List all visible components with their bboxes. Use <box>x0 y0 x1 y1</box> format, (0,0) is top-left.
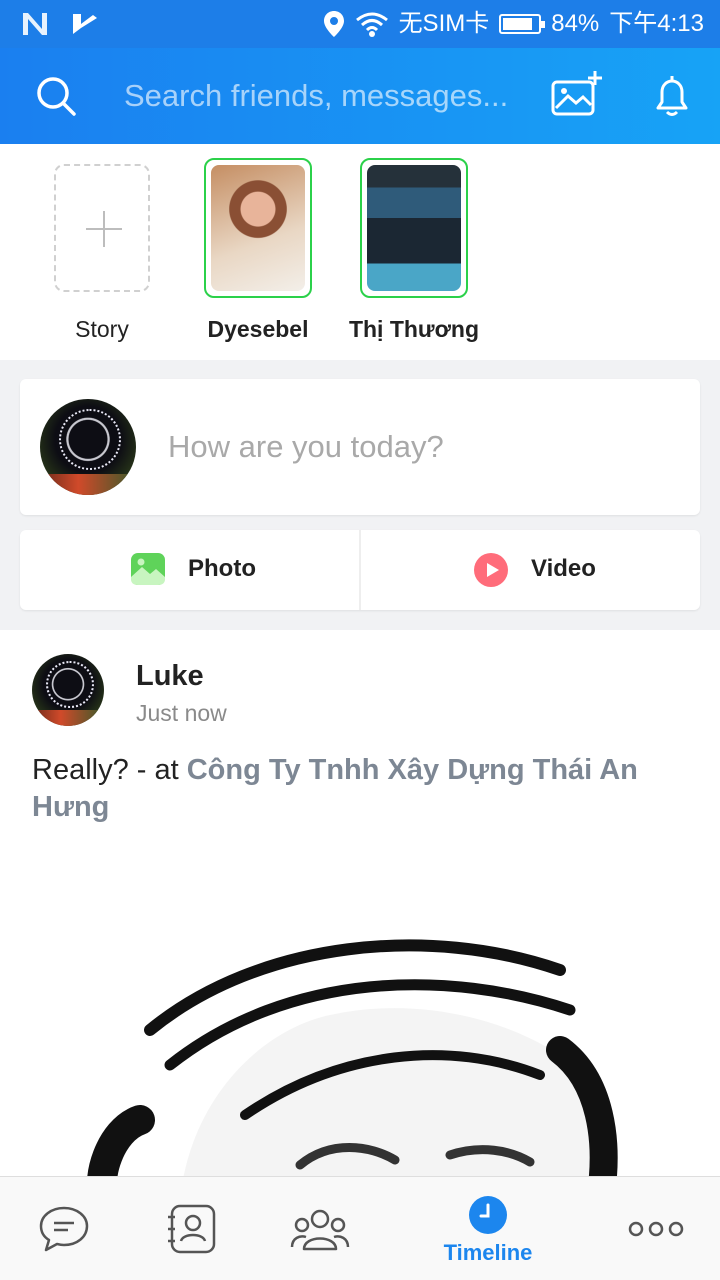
battery-icon <box>499 14 546 34</box>
stories-row: Story Dyesebel Thị Thương <box>0 144 720 360</box>
story-thumbnail <box>367 165 461 291</box>
story-label: Story <box>75 316 129 342</box>
post-text: Really? - at Công Ty Tnhh Xây Dựng Thái … <box>32 752 682 826</box>
story-ring[interactable] <box>204 158 312 298</box>
video-button[interactable]: Video <box>361 530 700 610</box>
post-actions: Photo Video <box>20 530 700 610</box>
story-dyesebel[interactable]: Dyesebel <box>188 158 328 344</box>
bottom-navigation: Timeline <box>0 1176 720 1280</box>
post-body: Really? - at <box>32 754 187 786</box>
story-label: Dyesebel <box>207 316 309 342</box>
search-icon[interactable] <box>32 72 80 120</box>
add-photo-icon[interactable] <box>550 68 604 122</box>
add-story-card[interactable] <box>54 164 150 292</box>
post-avatar[interactable] <box>32 654 104 726</box>
nav-timeline[interactable]: Timeline <box>428 1177 548 1280</box>
nav-more[interactable] <box>616 1177 696 1280</box>
story-add[interactable]: Story <box>32 158 172 344</box>
app-header: Search friends, messages... <box>0 48 720 144</box>
bell-icon[interactable] <box>648 72 696 120</box>
photo-button[interactable]: Photo <box>20 530 359 610</box>
story-thumbnail <box>211 165 305 291</box>
status-input[interactable]: How are you today? <box>168 427 444 467</box>
nav-contacts[interactable] <box>152 1177 232 1280</box>
clock-icon <box>469 1196 507 1234</box>
post-image[interactable] <box>0 900 720 1176</box>
search-input[interactable]: Search friends, messages... <box>124 76 524 116</box>
status-right: 无SIM卡 84% 下午4:13 <box>323 10 704 38</box>
check-icon <box>73 14 97 34</box>
location-icon <box>323 11 344 37</box>
n-icon <box>23 13 47 35</box>
clock: 下午4:13 <box>609 10 704 37</box>
nav-groups[interactable] <box>280 1177 360 1280</box>
battery-percent: 84% <box>551 10 600 37</box>
avatar[interactable] <box>40 399 136 495</box>
nav-label-timeline: Timeline <box>443 1240 533 1265</box>
story-ring[interactable] <box>360 158 468 298</box>
wifi-icon <box>355 12 388 37</box>
nav-messages[interactable] <box>24 1177 104 1280</box>
group-icon <box>290 1209 350 1251</box>
status-bar: 无SIM卡 84% 下午4:13 <box>0 0 720 48</box>
status-left <box>20 10 100 38</box>
photo-label: Photo <box>188 555 256 582</box>
battery-fill <box>503 18 533 30</box>
feed-post: Luke Just now Really? - at Công Ty Tnhh … <box>0 630 720 1176</box>
post-timestamp: Just now <box>136 700 227 726</box>
chat-icon <box>39 1206 89 1252</box>
photo-icon <box>131 553 165 585</box>
status-composer[interactable]: How are you today? <box>20 379 700 515</box>
story-thi-thuong[interactable]: Thị Thương <box>344 158 484 344</box>
story-label: Thị Thương <box>348 316 480 342</box>
more-icon <box>628 1221 684 1237</box>
post-author[interactable]: Luke <box>136 658 204 694</box>
video-icon <box>474 553 508 587</box>
video-label: Video <box>531 555 596 582</box>
contacts-icon <box>168 1204 216 1254</box>
sim-status: 无SIM卡 <box>398 10 490 37</box>
